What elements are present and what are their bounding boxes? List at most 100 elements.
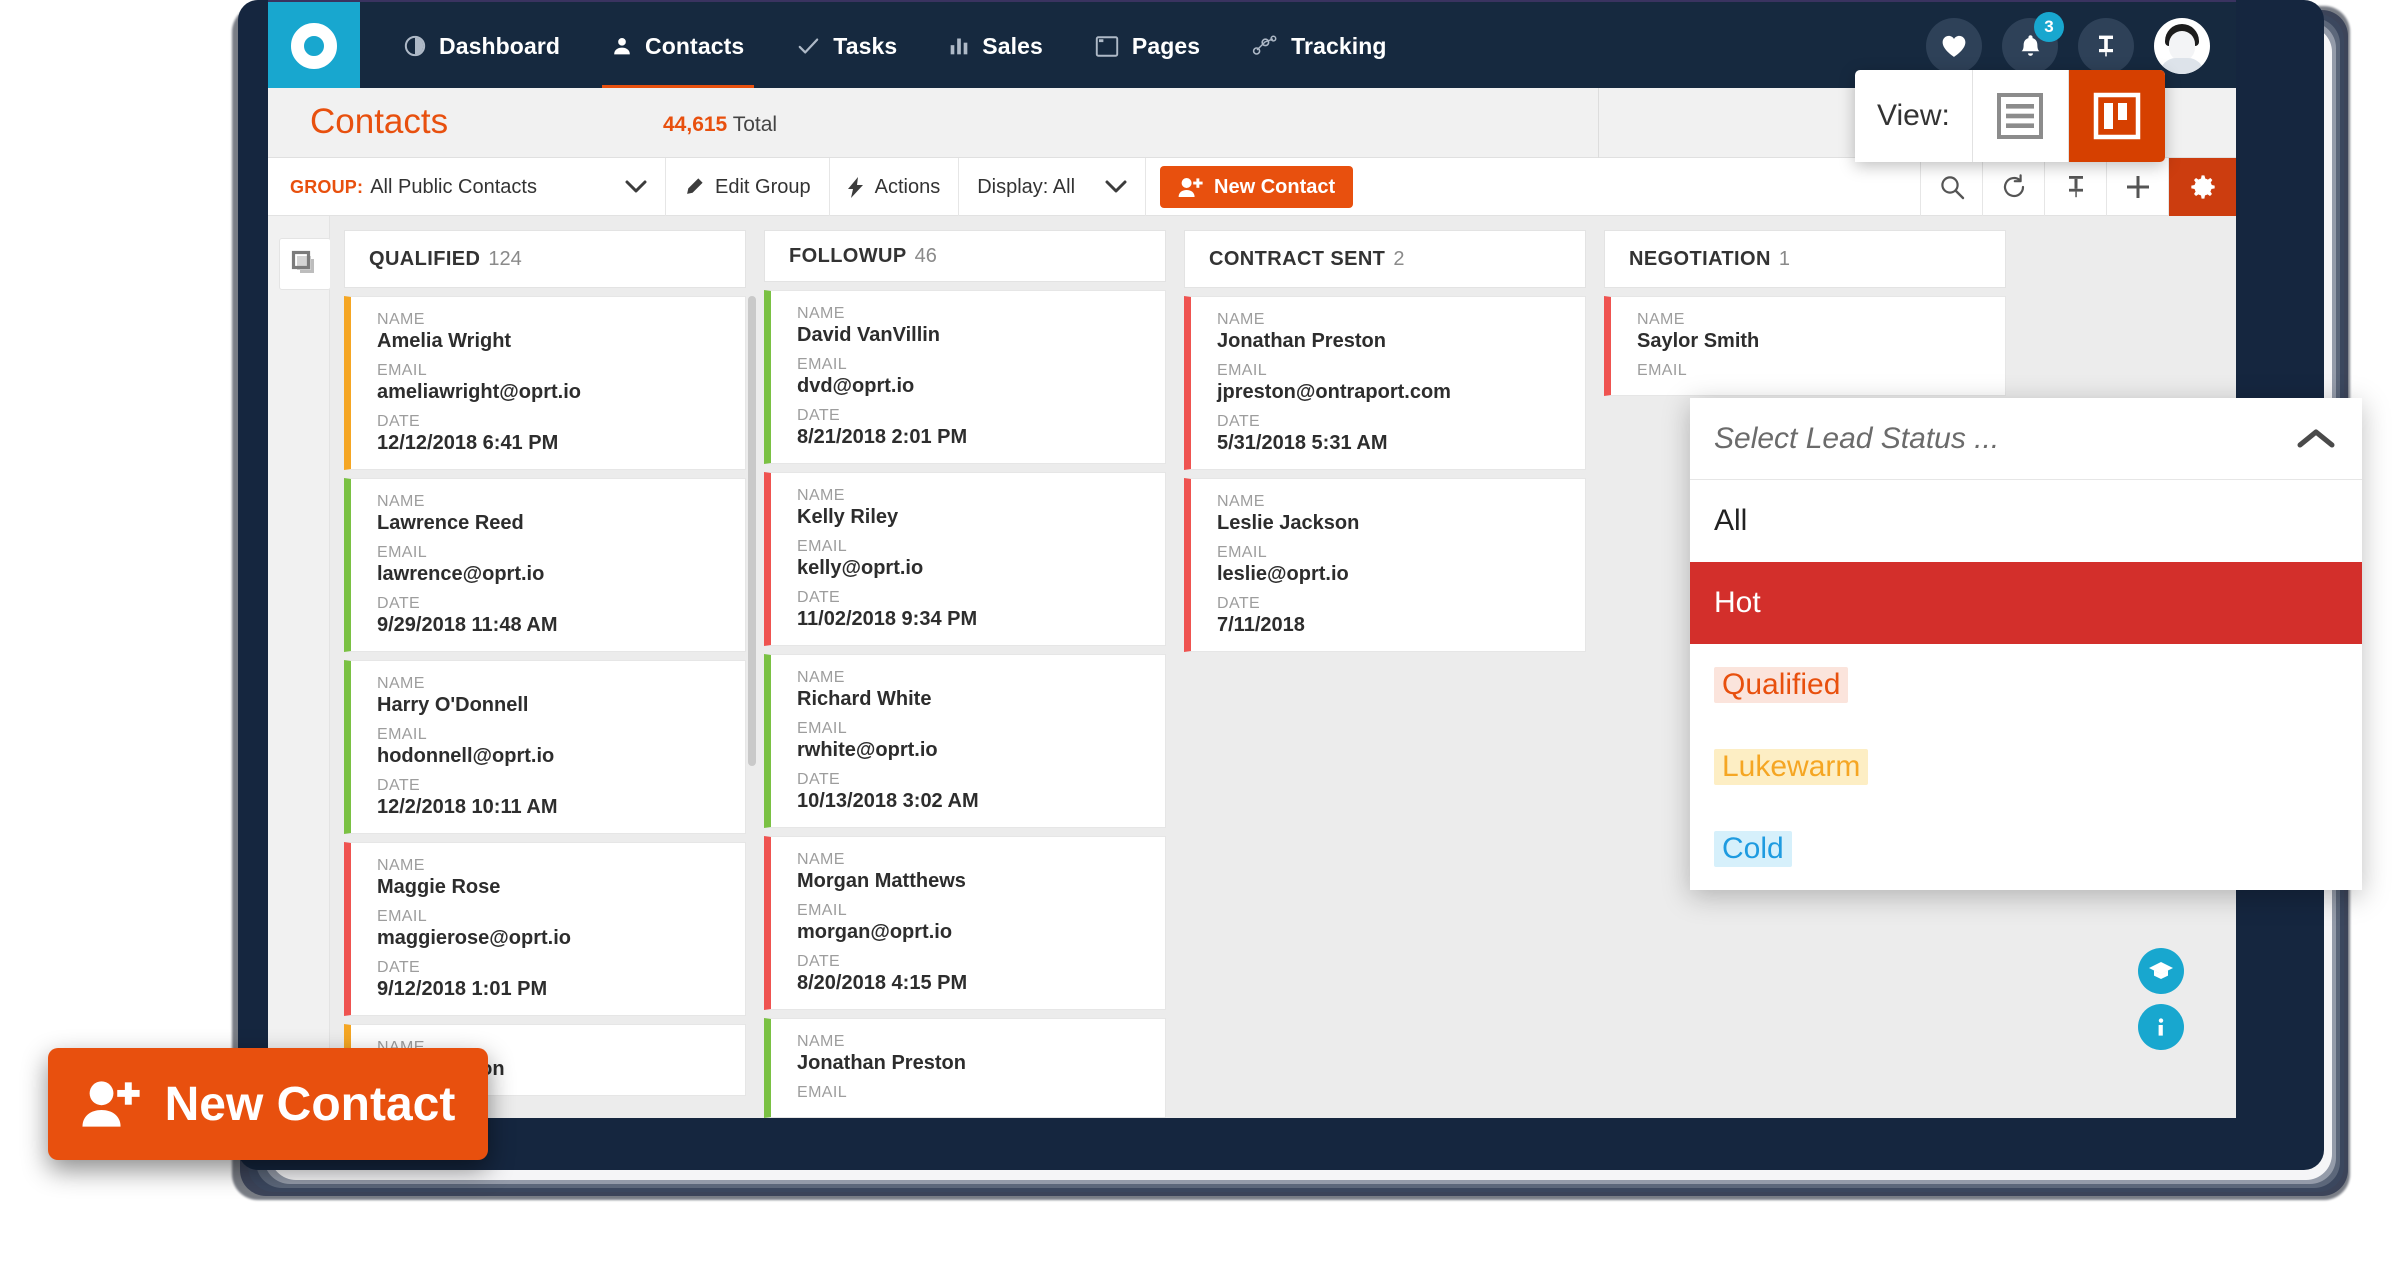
card-date-value: 9/12/2018 1:01 PM (377, 978, 548, 1000)
settings-button[interactable] (2168, 158, 2236, 216)
card-date-value: 8/21/2018 2:01 PM (797, 426, 968, 448)
contact-card[interactable]: NAME Richard White EMAIL rwhite@oprt.io DATE… (764, 654, 1166, 828)
lead-status-trigger[interactable]: Select Lead Status ... (1690, 398, 2362, 480)
pin-button[interactable] (2078, 18, 2134, 74)
nav-item-pages[interactable]: Pages (1069, 2, 1226, 90)
learn-icon (2148, 960, 2174, 982)
nav-label-tracking: Tracking (1291, 32, 1387, 59)
gear-icon (2189, 173, 2217, 201)
contact-card[interactable]: NAME Jonathan Preston EMAIL (764, 1018, 1166, 1118)
kanban-column-header[interactable]: CONTRACT SENT 2 (1184, 230, 1586, 288)
kanban-column-header[interactable]: FOLLOWUP 46 (764, 230, 1166, 282)
avatar[interactable] (2154, 18, 2210, 74)
edit-group-button[interactable]: Edit Group (666, 158, 830, 216)
nav-item-dashboard[interactable]: Dashboard (378, 2, 586, 90)
contact-card[interactable]: NAME David VanVillin EMAIL dvd@oprt.io DATE 8… (764, 290, 1166, 464)
kanban-column-count: 2 (1393, 247, 1405, 270)
group-selector[interactable]: GROUP: All Public Contacts (268, 158, 666, 216)
kanban-column: QUALIFIED 124 NAME Amelia Wright EMAIL amelia… (344, 230, 756, 1118)
card-name-label: NAME (377, 493, 425, 510)
kanban-column-count: 124 (488, 247, 522, 270)
pin-icon (2065, 174, 2087, 200)
card-name-value: Jonathan Preston (1217, 330, 1386, 352)
contacts-toolbar: GROUP: All Public Contacts Edit Group Ac… (268, 158, 2236, 216)
card-stack-toggle[interactable] (279, 238, 331, 290)
bar-chart-icon (949, 35, 969, 57)
card-email-label: EMAIL (797, 356, 848, 373)
card-date-label: DATE (377, 959, 421, 976)
lead-status-option[interactable]: Lukewarm (1690, 726, 2362, 808)
ontraport-logo[interactable] (268, 2, 360, 90)
new-contact-label: New Contact (1214, 175, 1336, 198)
display-label: Display: All (977, 175, 1076, 198)
group-key: GROUP: (290, 176, 364, 197)
view-board-button[interactable] (2068, 70, 2165, 162)
notification-badge: 3 (2034, 12, 2064, 42)
refresh-button[interactable] (1982, 158, 2044, 216)
search-button[interactable] (1920, 158, 1982, 216)
card-name-label: NAME (377, 311, 425, 328)
contact-card[interactable]: NAME Amelia Wright EMAIL ameliawright@oprt.… (344, 296, 746, 470)
add-button[interactable] (2106, 158, 2168, 216)
display-selector[interactable]: Display: All (959, 158, 1147, 216)
person-icon (612, 35, 632, 57)
card-email-label: EMAIL (1217, 544, 1268, 561)
nav-item-contacts[interactable]: Contacts (586, 2, 770, 90)
card-name-label: NAME (797, 851, 845, 868)
lead-status-option[interactable]: Qualified (1690, 644, 2362, 726)
column-scrollbar[interactable] (748, 296, 756, 766)
card-email-value: kelly@oprt.io (797, 557, 924, 579)
contact-card[interactable]: NAME Kelly Riley EMAIL kelly@oprt.io DATE 11/… (764, 472, 1166, 646)
contact-card[interactable]: NAME Jonathan Preston EMAIL jpreston@ontrap… (1184, 296, 1586, 470)
new-contact-button[interactable]: New Contact (1160, 166, 1354, 208)
nav-item-tasks[interactable]: Tasks (770, 2, 923, 90)
contact-card[interactable]: NAME Lawrence Reed EMAIL lawrence@oprt.io DA… (344, 478, 746, 652)
chevron-up-icon (2296, 427, 2336, 451)
card-name-label: NAME (797, 1033, 845, 1050)
contact-card[interactable]: NAME Maggie Rose EMAIL maggierose@oprt.io DA… (344, 842, 746, 1016)
contacts-total-value: 44,615 (663, 113, 728, 136)
kanban-column-header[interactable]: QUALIFIED 124 (344, 230, 746, 288)
card-email-value: rwhite@oprt.io (797, 739, 938, 761)
pin-button[interactable] (2044, 158, 2106, 216)
card-date-label: DATE (377, 777, 421, 794)
card-date-label: DATE (797, 953, 841, 970)
kanban-column-cards: NAME Saylor Smith EMAIL (1604, 296, 2006, 396)
search-icon (1939, 174, 1965, 200)
lead-status-option[interactable]: Cold (1690, 808, 2362, 890)
avatar-body (2160, 58, 2204, 74)
learn-button[interactable] (2138, 948, 2184, 994)
favorites-button[interactable] (1926, 18, 1982, 74)
kanban-column-header[interactable]: NEGOTIATION 1 (1604, 230, 2006, 288)
lead-status-option[interactable]: Hot (1690, 562, 2362, 644)
contact-card[interactable]: NAME Harry O'Donnell EMAIL hodonnell@oprt.i… (344, 660, 746, 834)
card-name-label: NAME (1217, 493, 1265, 510)
notifications-button[interactable]: 3 (2002, 12, 2064, 74)
contacts-total: 44,615 Total (663, 113, 777, 137)
list-view-icon (1996, 92, 2044, 140)
nav-item-sales[interactable]: Sales (923, 2, 1069, 90)
card-name-value: Morgan Matthews (797, 870, 966, 892)
contact-card[interactable]: NAME Saylor Smith EMAIL (1604, 296, 2006, 396)
nav-label-sales: Sales (982, 32, 1043, 59)
edit-group-label: Edit Group (715, 175, 811, 198)
card-email-value: morgan@oprt.io (797, 921, 953, 943)
actions-button[interactable]: Actions (830, 158, 960, 216)
contact-card[interactable]: NAME Morgan Matthews EMAIL morgan@oprt.io DA… (764, 836, 1166, 1010)
actions-label: Actions (874, 175, 941, 198)
kanban-column-cards: NAME David VanVillin EMAIL dvd@oprt.io DATE 8… (764, 290, 1166, 1118)
lead-status-option-label: Qualified (1714, 667, 1849, 703)
heart-icon (1941, 34, 1967, 58)
lead-status-option[interactable]: All (1690, 480, 2362, 562)
kanban-column: CONTRACT SENT 2 NAME Jonathan Preston EMAIL j… (1184, 230, 1586, 1118)
contact-card[interactable]: NAME Leslie Jackson EMAIL leslie@oprt.io DAT… (1184, 478, 1586, 652)
add-person-icon (1178, 177, 1204, 198)
card-email-label: EMAIL (797, 1084, 848, 1101)
view-list-button[interactable] (1973, 70, 2069, 162)
info-button[interactable] (2138, 1004, 2184, 1050)
magnified-new-contact-button[interactable]: New Contact (48, 1048, 488, 1160)
nav-label-contacts: Contacts (645, 32, 745, 59)
card-email-value: lawrence@oprt.io (377, 563, 545, 585)
card-date-value: 8/20/2018 4:15 PM (797, 972, 968, 994)
nav-item-tracking[interactable]: Tracking (1226, 2, 1412, 90)
